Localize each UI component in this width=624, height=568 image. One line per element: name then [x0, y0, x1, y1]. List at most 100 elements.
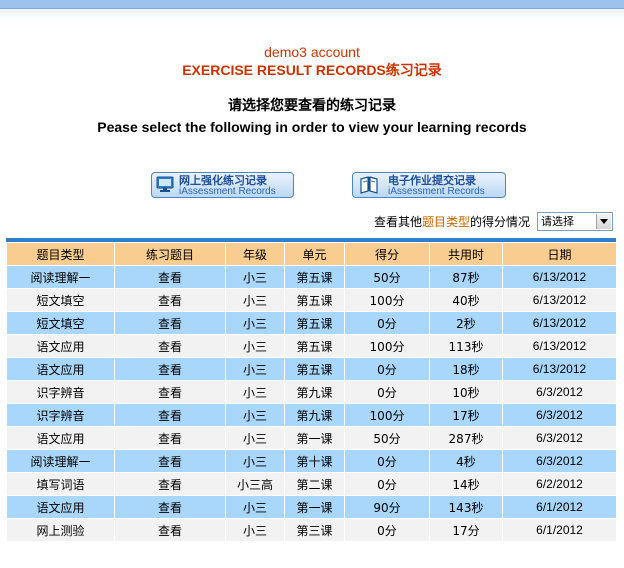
- cell-time-used: 18秒: [429, 357, 503, 381]
- records-title: EXERCISE RESULT RECORDS练习记录: [182, 62, 442, 78]
- cell-date: 6/3/2012: [502, 426, 617, 450]
- cell-score: 0分: [344, 518, 430, 542]
- table-row: 识字辨音 查看 小三 第九课 0分 10秒 6/3/2012: [6, 380, 617, 404]
- view-link[interactable]: 查看: [114, 380, 226, 404]
- book-icon: [360, 176, 378, 194]
- table-row: 语文应用 查看 小三 第五课 100分 113秒 6/13/2012: [6, 334, 617, 358]
- header-score: 得分: [344, 242, 430, 266]
- cell-grade: 小三: [225, 426, 285, 450]
- view-link[interactable]: 查看: [114, 311, 226, 335]
- homework-submission-sublabel: iAssessment Records: [388, 186, 485, 197]
- cell-question-type: 阅读理解一: [6, 265, 115, 289]
- cell-time-used: 14秒: [429, 472, 503, 496]
- cell-score: 100分: [344, 288, 430, 312]
- cell-grade: 小三: [225, 495, 285, 519]
- cell-unit: 第二课: [284, 472, 345, 496]
- view-link[interactable]: 查看: [114, 357, 226, 381]
- view-link[interactable]: 查看: [114, 472, 226, 496]
- table-row: 语文应用 查看 小三 第一课 90分 143秒 6/1/2012: [6, 495, 617, 519]
- cell-date: 6/3/2012: [502, 403, 617, 427]
- records-table-container: 题目类型 练习题目 年级 单元 得分 共用时 日期 阅读理解一 查看 小三 第五…: [6, 238, 617, 542]
- cell-time-used: 17秒: [429, 403, 503, 427]
- top-shade: [0, 9, 624, 21]
- cell-unit: 第五课: [284, 288, 345, 312]
- cell-score: 50分: [344, 426, 430, 450]
- cell-score: 100分: [344, 334, 430, 358]
- header-time-used: 共用时: [429, 242, 503, 266]
- view-link[interactable]: 查看: [114, 518, 226, 542]
- table-row: 语文应用 查看 小三 第一课 50分 287秒 6/3/2012: [6, 426, 617, 450]
- cell-grade: 小三: [225, 357, 285, 381]
- computer-icon: [156, 176, 174, 192]
- cell-question-type: 语文应用: [6, 357, 115, 381]
- cell-unit: 第一课: [284, 426, 345, 450]
- cell-time-used: 4秒: [429, 449, 503, 473]
- cell-unit: 第五课: [284, 311, 345, 335]
- cell-score: 0分: [344, 380, 430, 404]
- cell-question-type: 网上测验: [6, 518, 115, 542]
- table-row: 网上测验 查看 小三 第三课 0分 17分 6/1/2012: [6, 518, 617, 542]
- cell-grade: 小三: [225, 311, 285, 335]
- header-exercise: 练习题目: [114, 242, 226, 266]
- online-practice-records-button[interactable]: 网上强化练习记录 iAssessment Records: [151, 172, 294, 198]
- view-link[interactable]: 查看: [114, 426, 226, 450]
- header-date: 日期: [502, 242, 617, 266]
- cell-question-type: 语文应用: [6, 495, 115, 519]
- cell-time-used: 40秒: [429, 288, 503, 312]
- question-type-select[interactable]: 请选择: [537, 212, 613, 231]
- filter-suffix: 的得分情况: [470, 215, 531, 229]
- header-question-type: 题目类型: [6, 242, 115, 266]
- view-link[interactable]: 查看: [114, 495, 226, 519]
- view-link[interactable]: 查看: [114, 334, 226, 358]
- page: demo3 account EXERCISE RESULT RECORDS练习记…: [0, 0, 624, 568]
- cell-question-type: 短文填空: [6, 311, 115, 335]
- cell-score: 50分: [344, 265, 430, 289]
- cell-time-used: 17分: [429, 518, 503, 542]
- cell-question-type: 填写词语: [6, 472, 115, 496]
- table-row: 短文填空 查看 小三 第五课 0分 2秒 6/13/2012: [6, 311, 617, 335]
- cell-question-type: 语文应用: [6, 426, 115, 450]
- dropdown-arrow-icon[interactable]: [596, 214, 611, 229]
- view-link[interactable]: 查看: [114, 403, 226, 427]
- question-type-link[interactable]: 题目类型: [422, 215, 470, 229]
- cell-grade: 小三: [225, 265, 285, 289]
- table-row: 语文应用 查看 小三 第五课 0分 18秒 6/13/2012: [6, 357, 617, 381]
- table-row: 阅读理解一 查看 小三 第五课 50分 87秒 6/13/2012: [6, 265, 617, 289]
- cell-unit: 第一课: [284, 495, 345, 519]
- cell-grade: 小三: [225, 288, 285, 312]
- top-bar: [0, 0, 624, 9]
- header-unit: 单元: [284, 242, 345, 266]
- cell-date: 6/3/2012: [502, 449, 617, 473]
- cell-time-used: 87秒: [429, 265, 503, 289]
- homework-submission-records-button[interactable]: 电子作业提交记录 iAssessment Records: [352, 172, 506, 198]
- table-row: 短文填空 查看 小三 第五课 100分 40秒 6/13/2012: [6, 288, 617, 312]
- cell-question-type: 短文填空: [6, 288, 115, 312]
- table-header-row: 题目类型 练习题目 年级 单元 得分 共用时 日期: [6, 242, 617, 266]
- cell-question-type: 语文应用: [6, 334, 115, 358]
- instruction-english: Pease select the following in order to v…: [97, 119, 527, 135]
- cell-time-used: 113秒: [429, 334, 503, 358]
- cell-score: 0分: [344, 311, 430, 335]
- cell-date: 6/13/2012: [502, 288, 617, 312]
- cell-unit: 第九课: [284, 403, 345, 427]
- online-practice-sublabel: iAssessment Records: [179, 186, 276, 197]
- cell-score: 0分: [344, 449, 430, 473]
- cell-unit: 第五课: [284, 334, 345, 358]
- cell-time-used: 287秒: [429, 426, 503, 450]
- cell-grade: 小三: [225, 380, 285, 404]
- view-link[interactable]: 查看: [114, 265, 226, 289]
- records-table: 题目类型 练习题目 年级 单元 得分 共用时 日期 阅读理解一 查看 小三 第五…: [6, 242, 617, 542]
- cell-date: 6/13/2012: [502, 311, 617, 335]
- cell-time-used: 10秒: [429, 380, 503, 404]
- cell-question-type: 阅读理解一: [6, 449, 115, 473]
- filter-prefix: 查看其他: [374, 215, 423, 229]
- cell-date: 6/3/2012: [502, 380, 617, 404]
- cell-date: 6/1/2012: [502, 495, 617, 519]
- cell-unit: 第十课: [284, 449, 345, 473]
- table-row: 识字辨音 查看 小三 第九课 100分 17秒 6/3/2012: [6, 403, 617, 427]
- table-row: 阅读理解一 查看 小三 第十课 0分 4秒 6/3/2012: [6, 449, 617, 473]
- cell-question-type: 识字辨音: [6, 403, 115, 427]
- view-link[interactable]: 查看: [114, 449, 226, 473]
- view-link[interactable]: 查看: [114, 288, 226, 312]
- account-name: demo3 account: [264, 44, 360, 60]
